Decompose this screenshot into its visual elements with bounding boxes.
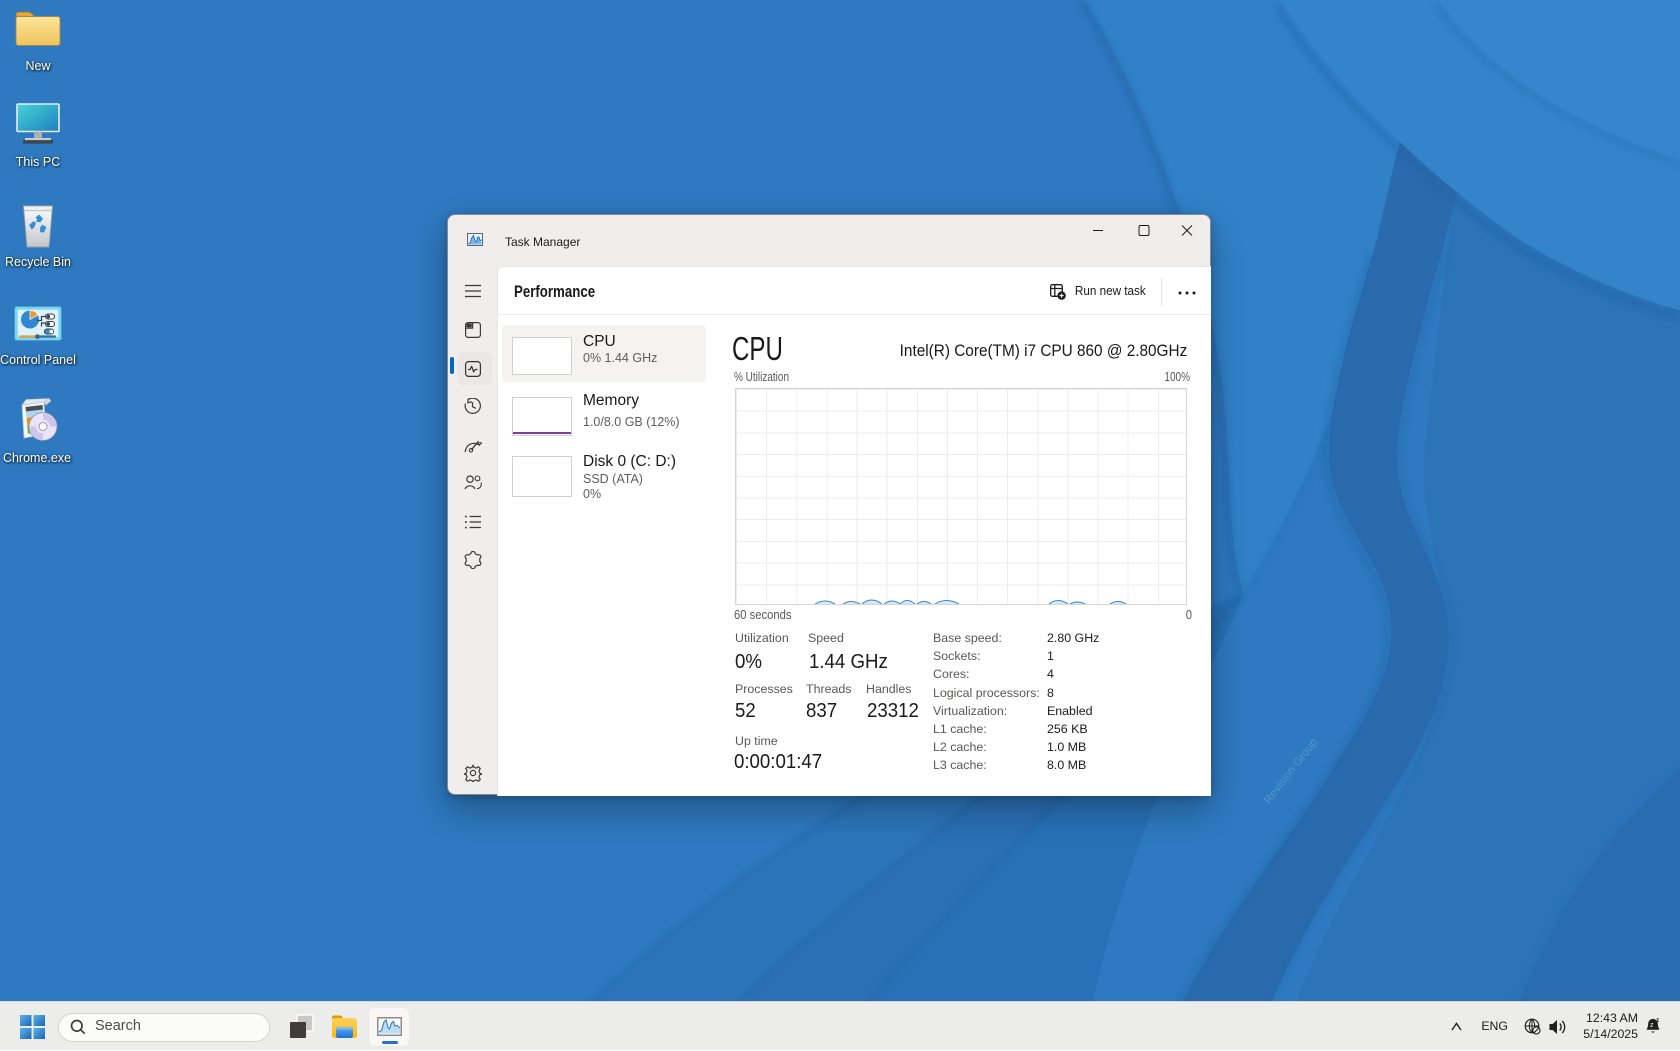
svg-text:z: z (1656, 1017, 1660, 1024)
svg-text:z: z (1650, 1022, 1654, 1029)
